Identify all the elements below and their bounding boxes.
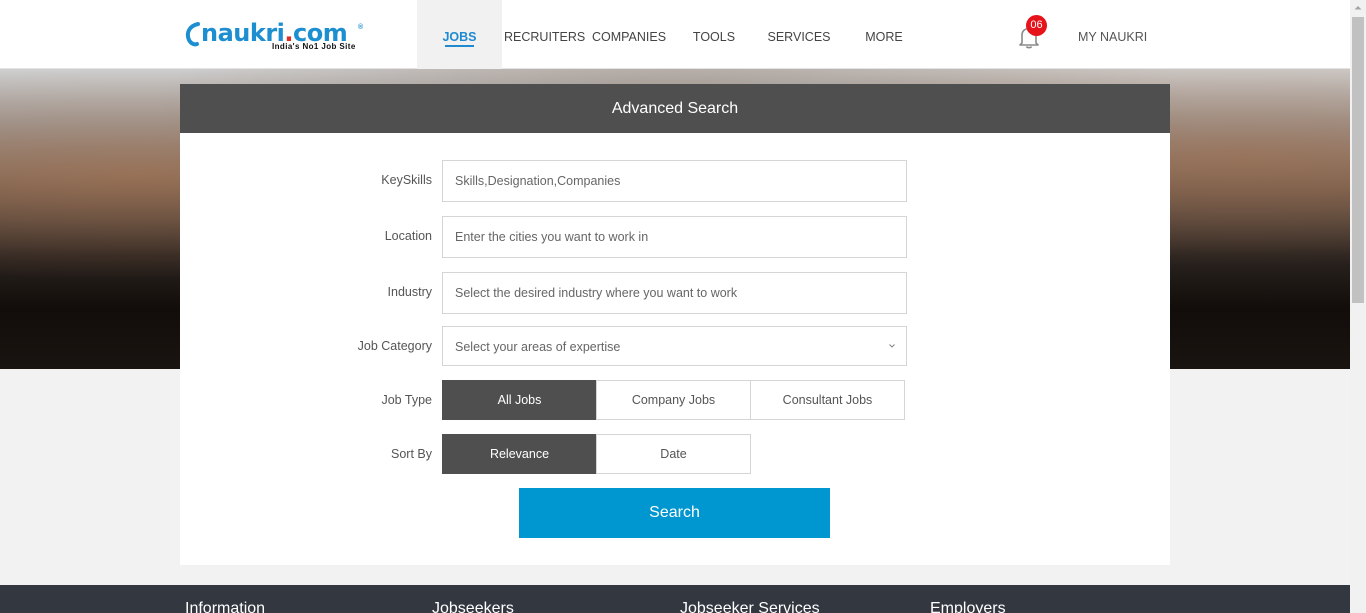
job-type-company-jobs[interactable]: Company Jobs (596, 380, 751, 420)
job-type-consultant-jobs[interactable]: Consultant Jobs (750, 380, 905, 420)
site-footer: Information Jobseekers Jobseeker Service… (0, 585, 1350, 613)
scroll-up-arrow-icon[interactable] (1350, 0, 1366, 16)
chevron-down-icon (889, 344, 895, 348)
job-category-select[interactable]: Select your areas of expertise (442, 326, 907, 366)
sort-by-label: Sort By (391, 447, 432, 461)
scrollbar-thumb[interactable] (1352, 17, 1364, 303)
advanced-search-panel: Advanced Search KeySkills Location Indus… (180, 84, 1170, 565)
nav-more[interactable]: MORE (860, 0, 908, 69)
footer-jobseekers-heading: Jobseekers (432, 600, 514, 613)
industry-field-wrap (442, 272, 907, 314)
keyskills-input[interactable] (443, 161, 906, 201)
job-type-toggle: All Jobs Company Jobs Consultant Jobs (442, 380, 905, 420)
job-category-placeholder: Select your areas of expertise (455, 340, 621, 354)
location-label: Location (384, 229, 432, 243)
nav-tools[interactable]: TOOLS (686, 0, 742, 69)
nav-recruiters[interactable]: RECRUITERS (504, 0, 585, 69)
footer-jobseeker-services-heading: Jobseeker Services (680, 600, 820, 613)
location-field-wrap (442, 216, 907, 258)
sort-by-toggle: Relevance Date (442, 434, 751, 474)
my-naukri-link[interactable]: MY NAUKRI (1078, 0, 1147, 69)
industry-input[interactable] (443, 273, 906, 313)
industry-label: Industry (387, 285, 432, 299)
top-header: naukri.com ® India's No1 Job Site JOBS R… (0, 0, 1350, 69)
sort-date[interactable]: Date (596, 434, 751, 474)
nav-jobs[interactable]: JOBS (417, 0, 502, 69)
footer-information-heading: Information (185, 600, 266, 613)
active-tab-underline (445, 45, 474, 47)
location-input[interactable] (443, 217, 906, 257)
sort-relevance[interactable]: Relevance (442, 434, 597, 474)
job-type-label: Job Type (381, 393, 432, 407)
notification-count-badge: 06 (1026, 15, 1047, 36)
job-type-all-jobs[interactable]: All Jobs (442, 380, 597, 420)
nav-services[interactable]: SERVICES (764, 0, 834, 69)
page-scrollbar[interactable] (1350, 0, 1366, 613)
panel-title: Advanced Search (180, 84, 1170, 133)
nav-companies[interactable]: COMPANIES (590, 0, 668, 69)
search-button[interactable]: Search (519, 488, 830, 538)
keyskills-field-wrap (442, 160, 907, 202)
job-category-label: Job Category (357, 339, 432, 353)
keyskills-label: KeySkills (381, 173, 432, 187)
footer-employers-heading: Employers (930, 600, 1006, 613)
main-nav: JOBS RECRUITERS COMPANIES TOOLS SERVICES… (0, 0, 1350, 69)
